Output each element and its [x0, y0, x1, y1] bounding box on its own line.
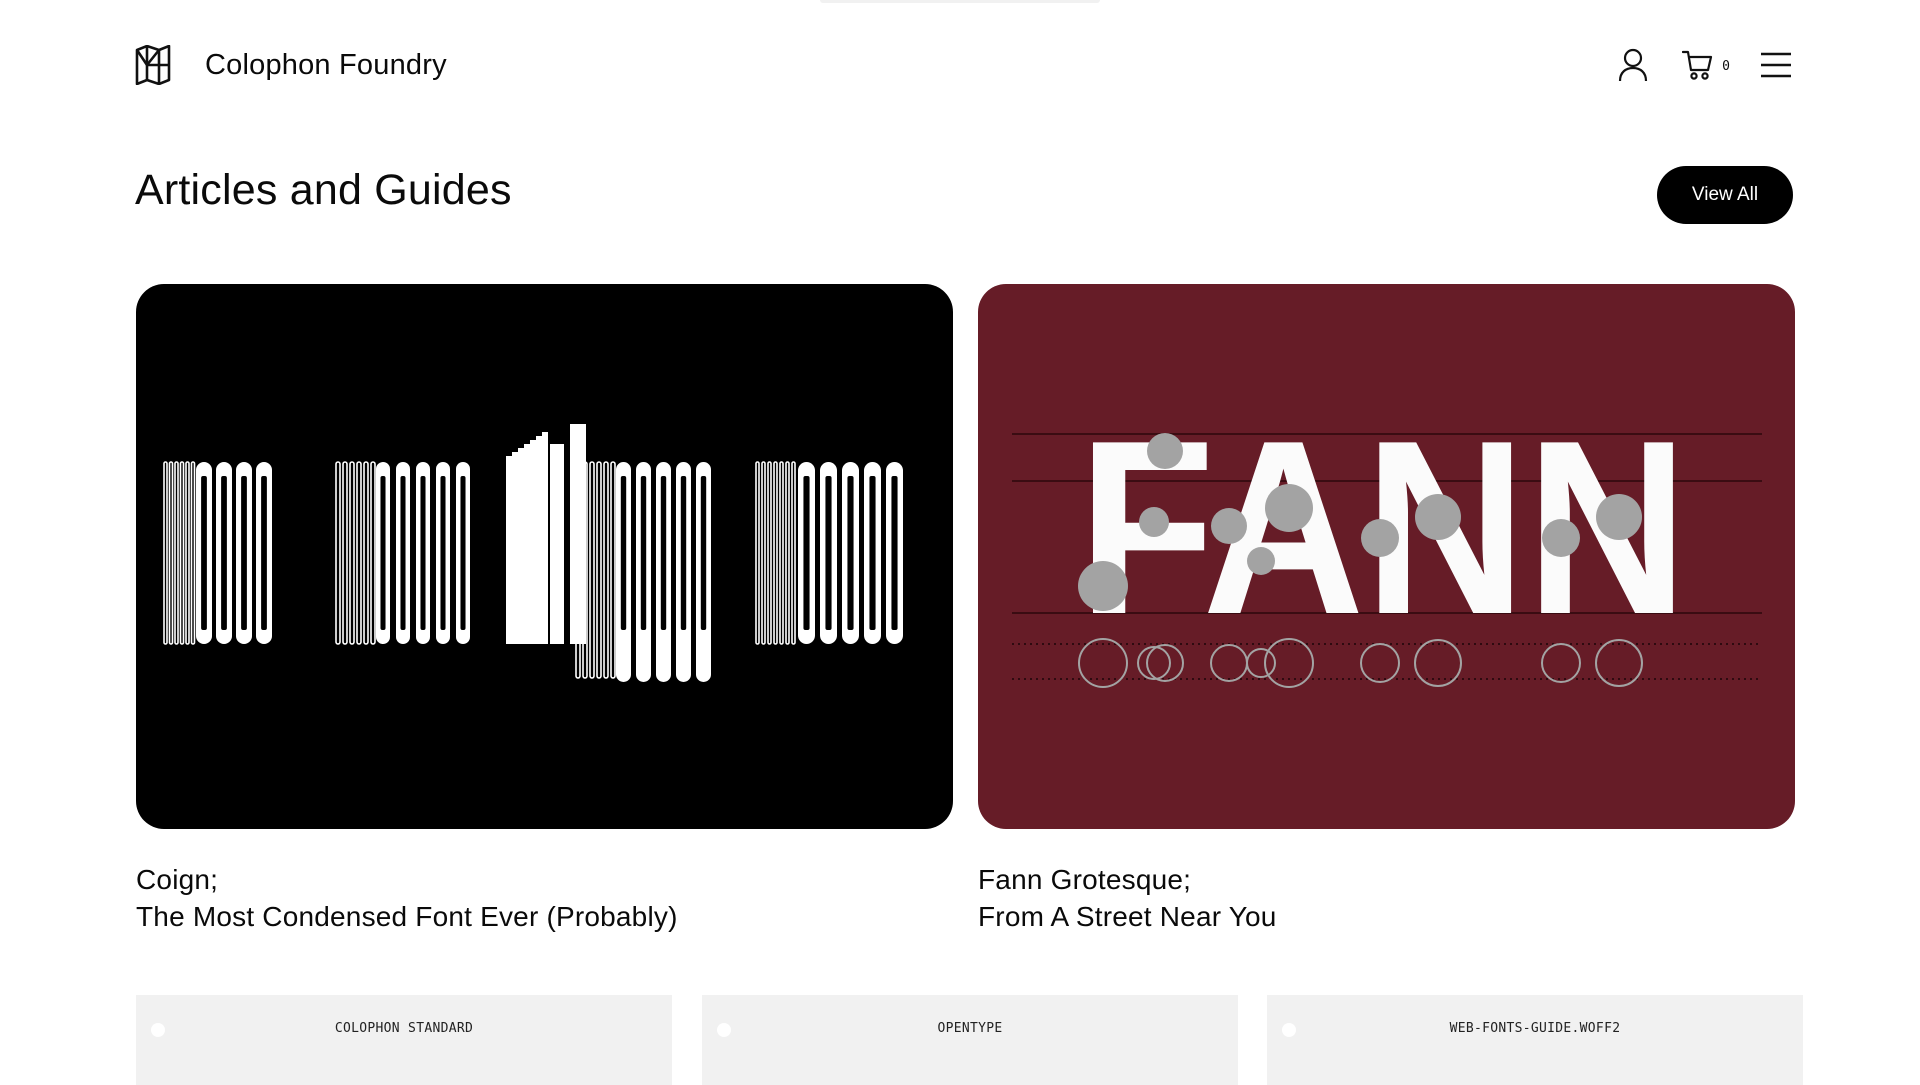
guide-tile-opentype[interactable]: OPENTYPE	[702, 995, 1238, 1085]
brand-link[interactable]: Colophon Foundry	[135, 45, 447, 85]
view-all-button[interactable]: View All	[1657, 166, 1793, 224]
coign-glyph-stroke	[512, 452, 518, 644]
coign-specimen-image	[136, 284, 953, 829]
coign-glyph-stroke	[241, 476, 247, 630]
coign-glyph-stroke	[825, 476, 832, 630]
article-title: Fann Grotesque; From A Street Near You	[978, 861, 1795, 935]
article-title: Coign; The Most Condensed Font Ever (Pro…	[136, 861, 953, 935]
coign-glyph-stroke	[570, 424, 586, 644]
coign-glyph-stroke	[660, 476, 667, 630]
coign-glyph-stroke	[440, 476, 446, 630]
coign-glyph-stroke	[506, 456, 512, 644]
colophon-logo-icon	[135, 45, 171, 85]
guide-tile-colophon-standard[interactable]: COLOPHON STANDARD	[136, 995, 672, 1085]
coign-glyph-stroke	[221, 476, 227, 630]
account-button[interactable]	[1618, 48, 1648, 82]
coign-glyph-stroke	[550, 444, 564, 644]
coign-glyph-stroke	[518, 448, 524, 644]
header-actions: 0	[1618, 48, 1792, 82]
article-card-coign[interactable]: Coign; The Most Condensed Font Ever (Pro…	[136, 284, 953, 935]
tile-label: OPENTYPE	[937, 1021, 1003, 1036]
coign-glyph-stroke	[420, 476, 426, 630]
coign-glyph-stroke	[803, 476, 810, 630]
guide-tile-web-fonts[interactable]: WEB-FONTS-GUIDE.WOFF2	[1267, 995, 1803, 1085]
article-title-line1: Coign;	[136, 864, 219, 895]
cart-icon	[1682, 50, 1713, 80]
brand-name: Colophon Foundry	[205, 48, 447, 81]
coign-glyph-stroke	[847, 476, 854, 630]
cart-count: 0	[1722, 58, 1730, 74]
coign-glyph-stroke	[261, 476, 267, 630]
coign-glyph-stroke	[891, 476, 898, 630]
tile-label: WEB-FONTS-GUIDE.WOFF2	[1449, 1021, 1621, 1036]
tile-label: COLOPHON STANDARD	[334, 1021, 474, 1036]
fann-specimen-image: FANN	[978, 284, 1795, 829]
coign-glyph-stroke	[640, 476, 647, 630]
coign-glyph-stroke	[620, 476, 627, 630]
article-image-coign	[136, 284, 953, 829]
coign-glyph-stroke	[201, 476, 207, 630]
coign-glyph-stroke	[530, 440, 536, 644]
account-icon	[1619, 48, 1648, 82]
coign-glyph-stroke	[680, 476, 687, 630]
article-title-line1: Fann Grotesque;	[978, 864, 1192, 895]
section-title: Articles and Guides	[135, 166, 512, 214]
article-image-fann: FANN	[978, 284, 1795, 829]
cart-group: 0	[1682, 49, 1730, 81]
article-title-line2: The Most Condensed Font Ever (Probably)	[136, 901, 678, 932]
coign-glyph-stroke	[869, 476, 876, 630]
coign-glyph-stroke	[460, 476, 466, 630]
coign-glyph-stroke	[700, 476, 707, 630]
coign-glyph-stroke	[400, 476, 406, 630]
coign-glyph-stroke	[524, 444, 530, 644]
site-header: Colophon Foundry 0	[135, 40, 1792, 90]
coign-glyph-stroke	[536, 436, 542, 644]
cart-button[interactable]	[1682, 49, 1714, 81]
top-scroll-indicator	[820, 0, 1100, 3]
menu-icon	[1761, 52, 1791, 78]
article-title-line2: From A Street Near You	[978, 901, 1277, 932]
coign-glyph-stroke	[380, 476, 386, 630]
menu-button[interactable]	[1760, 52, 1792, 78]
article-card-fann[interactable]: FANN Fann Grotesque; From A Street Near …	[978, 284, 1795, 935]
coign-glyph-stroke	[542, 432, 548, 644]
